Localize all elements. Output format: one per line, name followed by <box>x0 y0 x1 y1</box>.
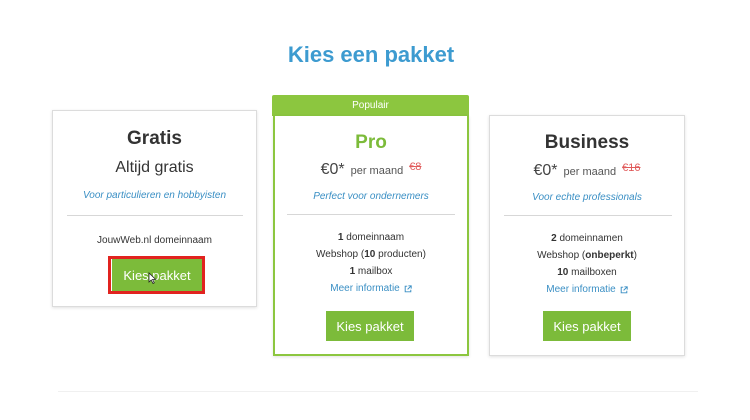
plan-tagline: Perfect voor ondernemers <box>313 191 429 202</box>
plan-old-price: €16 <box>622 162 641 174</box>
plan-name: Gratis <box>127 128 182 149</box>
more-info-row: Meer informatie <box>490 281 684 298</box>
more-info-link[interactable]: Meer informatie <box>546 281 628 298</box>
plan-features: 1 domeinnaam Webshop (10 producten) 1 ma… <box>275 229 467 297</box>
more-info-row: Meer informatie <box>275 280 467 297</box>
plan-feature: Webshop (10 producten) <box>316 249 426 260</box>
more-info-link[interactable]: Meer informatie <box>330 280 412 297</box>
plan-feature: JouwWeb.nl domeinnaam <box>97 235 212 246</box>
plan-old-price: €8 <box>409 161 422 173</box>
plan-features: 2 domeinnamen Webshop (onbeperkt) 10 mai… <box>490 230 684 298</box>
plan-feature: 2 domeinnamen <box>551 233 623 244</box>
plan-name: Business <box>544 132 630 153</box>
plan-price-line: €0* per maand €8 <box>275 161 467 179</box>
divider <box>287 214 455 215</box>
plan-feature: 1 domeinnaam <box>337 232 405 243</box>
divider <box>504 215 672 216</box>
mouse-pointer-icon <box>148 272 157 284</box>
plan-tagline: Voor particulieren en hobbyisten <box>82 190 227 201</box>
choose-pro-button[interactable]: Kies pakket <box>326 311 414 341</box>
plan-tagline: Voor echte professionals <box>532 192 642 203</box>
plan-price: €0* <box>320 161 345 178</box>
plan-period: per maand <box>350 165 404 177</box>
plan-name: Pro <box>355 132 387 153</box>
plan-feature: 10 mailboxen <box>557 267 617 278</box>
page-title: Kies een pakket <box>287 42 455 67</box>
external-link-icon <box>620 285 628 293</box>
footer-divider <box>58 391 698 392</box>
divider <box>67 215 243 216</box>
plan-period: per maand <box>563 166 617 178</box>
plan-feature: 1 mailbox <box>349 266 393 277</box>
popular-badge: Populair <box>272 95 469 116</box>
plan-price: €0* <box>533 162 558 179</box>
choose-business-button[interactable]: Kies pakket <box>543 311 631 341</box>
plan-price-line: €0* per maand €16 <box>490 162 684 180</box>
external-link-icon <box>404 284 412 292</box>
plan-price-label: Altijd gratis <box>115 159 194 176</box>
plan-feature: Webshop (onbeperkt) <box>537 250 637 261</box>
